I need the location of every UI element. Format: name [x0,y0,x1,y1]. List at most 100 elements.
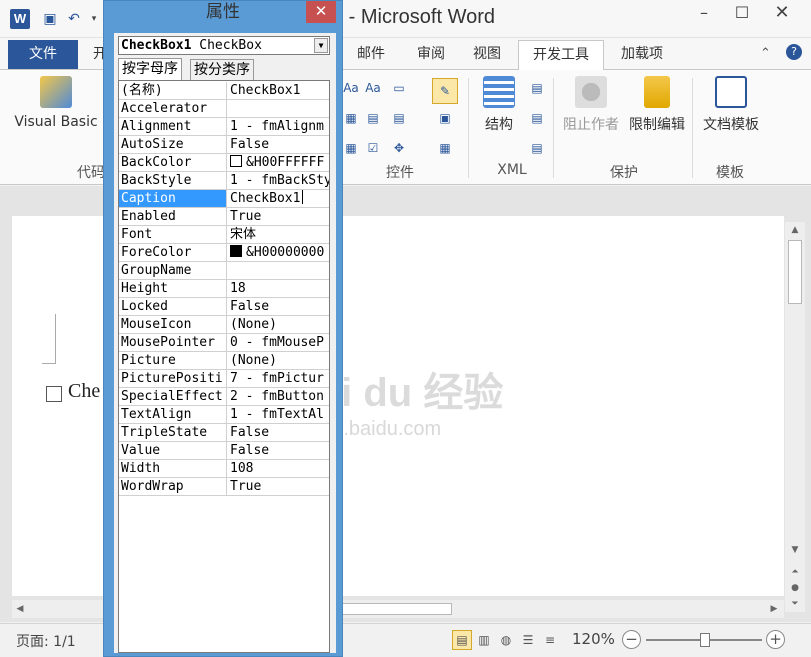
scroll-down-icon[interactable]: ▼ [789,544,801,556]
property-name[interactable]: Accelerator [119,100,227,117]
property-name[interactable]: PicturePositi [119,370,227,387]
zoom-in-icon[interactable]: + [766,630,785,649]
property-value[interactable]: &H00FFFFFF [228,154,329,171]
property-row[interactable]: TextAlign 1 - fmTextAl [119,406,329,424]
close-button[interactable]: ✕ [762,0,802,28]
property-row[interactable]: Enabled True [119,208,329,226]
property-name[interactable]: Enabled [119,208,227,225]
full-screen-reading-view-icon[interactable]: ▥ [474,630,494,650]
tab-alphabetic[interactable]: 按字母序 [118,58,182,80]
legacy-tools-icon[interactable]: ✥ [390,140,408,156]
property-value[interactable]: 1 - fmTextAl [228,406,329,423]
undo-icon[interactable]: ↶ [64,9,84,29]
save-icon[interactable]: ▣ [40,9,60,29]
property-name[interactable]: BackColor [119,154,227,171]
print-layout-view-icon[interactable]: ▤ [452,630,472,650]
zoom-out-icon[interactable]: − [622,630,641,649]
property-name[interactable]: Height [119,280,227,297]
next-page-icon[interactable]: ⏷ [789,598,801,610]
property-value[interactable]: True [228,478,329,495]
property-row[interactable]: Value False [119,442,329,460]
property-name[interactable]: WordWrap [119,478,227,495]
word-logo-icon[interactable]: W [10,9,30,29]
minimize-ribbon-icon[interactable]: ⌃ [760,46,771,61]
document-template-button[interactable]: 文档模板 [698,76,764,134]
property-name[interactable]: MousePointer [119,334,227,351]
tab-developer[interactable]: 开发工具 [518,40,604,70]
document-checkbox[interactable] [46,386,62,402]
property-value[interactable]: 18 [228,280,329,297]
property-value[interactable]: (None) [228,316,329,333]
document-checkbox-label[interactable]: Che [68,380,100,403]
property-name[interactable]: GroupName [119,262,227,279]
previous-page-icon[interactable]: ⏶ [789,566,801,578]
property-row[interactable]: AutoSize False [119,136,329,154]
scroll-right-icon[interactable]: ▶ [768,603,780,615]
property-name[interactable]: Picture [119,352,227,369]
tab-mailings[interactable]: 邮件 [346,40,396,69]
property-row[interactable]: TripleState False [119,424,329,442]
property-value[interactable]: 宋体 [228,226,329,243]
tab-addins[interactable]: 加载项 [610,40,674,69]
rich-text-control-icon[interactable]: Aa [342,80,360,96]
tab-categorized[interactable]: 按分类序 [190,59,254,80]
checkbox-control-icon[interactable]: ☑ [364,140,382,156]
restrict-editing-button[interactable]: 限制编辑 [624,76,690,134]
properties-window[interactable]: 属性 ✕ CheckBox1 CheckBox ▼ 按字母序 按分类序 (名称)… [103,0,343,657]
property-value[interactable]: 1 - fmAlignm [228,118,329,135]
property-row[interactable]: Locked False [119,298,329,316]
property-row[interactable]: MousePointer 0 - fmMouseP [119,334,329,352]
property-name[interactable]: Value [119,442,227,459]
property-name[interactable]: (名称) [119,82,227,99]
property-value[interactable]: False [228,424,329,441]
property-value[interactable]: False [228,298,329,315]
property-value[interactable] [228,100,329,117]
property-row[interactable]: GroupName [119,262,329,280]
property-value[interactable]: 1 - fmBackSty [228,172,329,189]
property-value[interactable]: True [228,208,329,225]
property-row[interactable]: Alignment 1 - fmAlignm [119,118,329,136]
scroll-left-icon[interactable]: ◀ [14,603,26,615]
property-row[interactable]: PicturePositi 7 - fmPictur [119,370,329,388]
structure-button[interactable]: 结构 [476,76,522,134]
zoom-level[interactable]: 120% [572,630,615,648]
tab-file[interactable]: 文件 [8,40,78,69]
property-value[interactable]: 108 [228,460,329,477]
expansion-pack-icon[interactable]: ▤ [528,140,546,156]
outline-view-icon[interactable]: ☰ [518,630,538,650]
help-icon[interactable]: ? [786,44,802,60]
property-row[interactable]: BackStyle 1 - fmBackSty [119,172,329,190]
transform-icon[interactable]: ▤ [528,110,546,126]
building-block-control-icon[interactable]: ▦ [342,110,360,126]
schema-icon[interactable]: ▤ [528,80,546,96]
dropdown-control-icon[interactable]: ▤ [390,110,408,126]
property-value[interactable] [228,262,329,279]
web-layout-view-icon[interactable]: ◍ [496,630,516,650]
customize-qat-chevron-icon[interactable]: ▾ [84,9,104,29]
property-value[interactable]: 7 - fmPictur [228,370,329,387]
property-row[interactable]: Caption CheckBox1 [119,190,329,208]
group-icon[interactable]: ▦ [436,140,454,156]
property-name[interactable]: Font [119,226,227,243]
property-name[interactable]: BackStyle [119,172,227,189]
properties-close-button[interactable]: ✕ [306,1,336,23]
visual-basic-button[interactable]: Visual Basic [10,76,102,130]
object-selector[interactable]: CheckBox1 CheckBox ▼ [118,36,330,55]
date-picker-control-icon[interactable]: ▦ [342,140,360,156]
property-name[interactable]: SpecialEffect [119,388,227,405]
block-authors-button[interactable]: 阻止作者 [558,76,624,134]
page-count[interactable]: 页面: 1/1 [16,631,76,651]
property-row[interactable]: Accelerator [119,100,329,118]
property-value[interactable]: 2 - fmButton [228,388,329,405]
property-row[interactable]: MouseIcon (None) [119,316,329,334]
property-name[interactable]: Alignment [119,118,227,135]
property-value[interactable]: 0 - fmMouseP [228,334,329,351]
chevron-down-icon[interactable]: ▼ [314,38,328,53]
property-row[interactable]: Width 108 [119,460,329,478]
property-value[interactable]: CheckBox1 [228,82,329,99]
property-row[interactable]: (名称) CheckBox1 [119,82,329,100]
minimize-button[interactable]: – [684,0,724,28]
property-value[interactable]: CheckBox1 [228,190,329,207]
property-row[interactable]: ForeColor &H00000000 [119,244,329,262]
property-name[interactable]: AutoSize [119,136,227,153]
